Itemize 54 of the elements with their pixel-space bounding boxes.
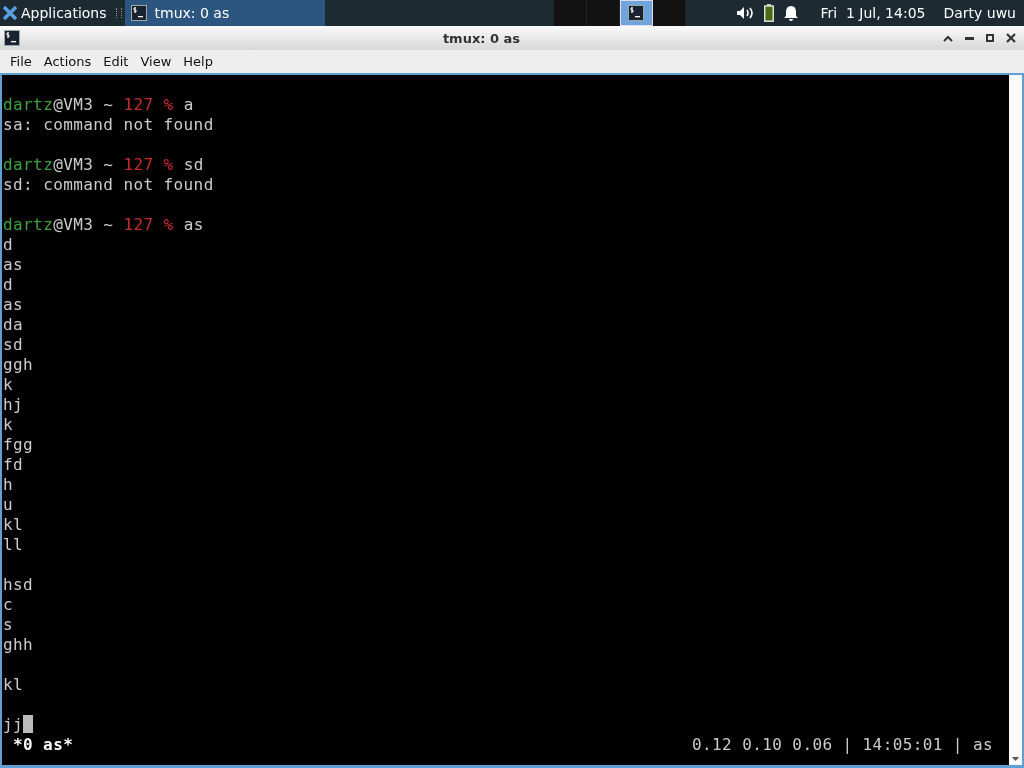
- prompt-line: dartz@VM3 ~ 127 % as: [3, 215, 204, 235]
- output-line: u: [3, 495, 14, 514]
- separator-handle-icon: [115, 8, 122, 18]
- output-line: d: [3, 235, 14, 254]
- output-line: c: [3, 595, 14, 614]
- taskbar-button[interactable]: tmux: 0 as: [124, 0, 325, 26]
- window-title: tmux: 0 as: [442, 30, 521, 46]
- menu-item[interactable]: Help: [177, 52, 219, 71]
- volume-icon[interactable]: [736, 6, 755, 20]
- output-line: sd: [3, 335, 24, 354]
- close-icon[interactable]: [1006, 33, 1016, 43]
- output-line: kl: [3, 675, 24, 694]
- applications-menu[interactable]: Applications: [0, 0, 113, 26]
- output-line: sd: command not found: [3, 175, 214, 194]
- output-line: as: [3, 255, 24, 274]
- output-line: ggh: [3, 355, 34, 374]
- output-line: k: [3, 375, 14, 394]
- maximize-icon[interactable]: [986, 34, 994, 42]
- user-name[interactable]: Darty uwu: [943, 5, 1016, 21]
- output-line: kl: [3, 515, 24, 534]
- clock[interactable]: Fri 1 Jul, 14:05: [820, 5, 926, 21]
- output-line: hsd: [3, 575, 34, 594]
- output-line: fd: [3, 455, 24, 474]
- tmux-window-tab[interactable]: *0 as*: [13, 735, 74, 755]
- terminal-icon: [130, 5, 147, 21]
- xfce-logo-icon: [2, 5, 18, 21]
- menu-item[interactable]: File: [4, 52, 38, 71]
- output-line: ghh: [3, 635, 34, 654]
- window-preview-icon: [628, 5, 645, 21]
- menu-item[interactable]: View: [134, 52, 178, 71]
- scroll-down-arrow-icon[interactable]: [1012, 757, 1019, 761]
- prompt-line: dartz@VM3 ~ 127 % sd: [3, 155, 204, 175]
- window-menu-icon: [4, 30, 20, 46]
- output-line: jj: [3, 715, 24, 734]
- prompt-line: dartz@VM3 ~ 127 % a: [3, 95, 194, 115]
- menu-item[interactable]: Edit: [97, 52, 135, 71]
- tmux-status-info: 0.12 0.10 0.06 | 14:05:01 | as: [692, 735, 993, 755]
- output-line: d: [3, 275, 14, 294]
- shade-caret-icon[interactable]: [943, 34, 953, 42]
- notification-bell-icon[interactable]: [784, 5, 799, 21]
- output-line: fgg: [3, 435, 34, 454]
- output-line: ll: [3, 535, 24, 554]
- output-line: hj: [3, 395, 24, 414]
- menu-item[interactable]: Actions: [37, 52, 98, 71]
- workspace-button[interactable]: [620, 0, 654, 26]
- output-line: sa: command not found: [3, 115, 214, 134]
- output-line: h: [3, 475, 14, 494]
- output-line: k: [3, 415, 14, 434]
- output-line: da: [3, 315, 24, 334]
- battery-icon[interactable]: [764, 4, 775, 22]
- output-line: s: [3, 615, 14, 634]
- minimize-icon[interactable]: [965, 36, 974, 40]
- scrollbar[interactable]: [1009, 75, 1022, 765]
- output-line: as: [3, 295, 24, 314]
